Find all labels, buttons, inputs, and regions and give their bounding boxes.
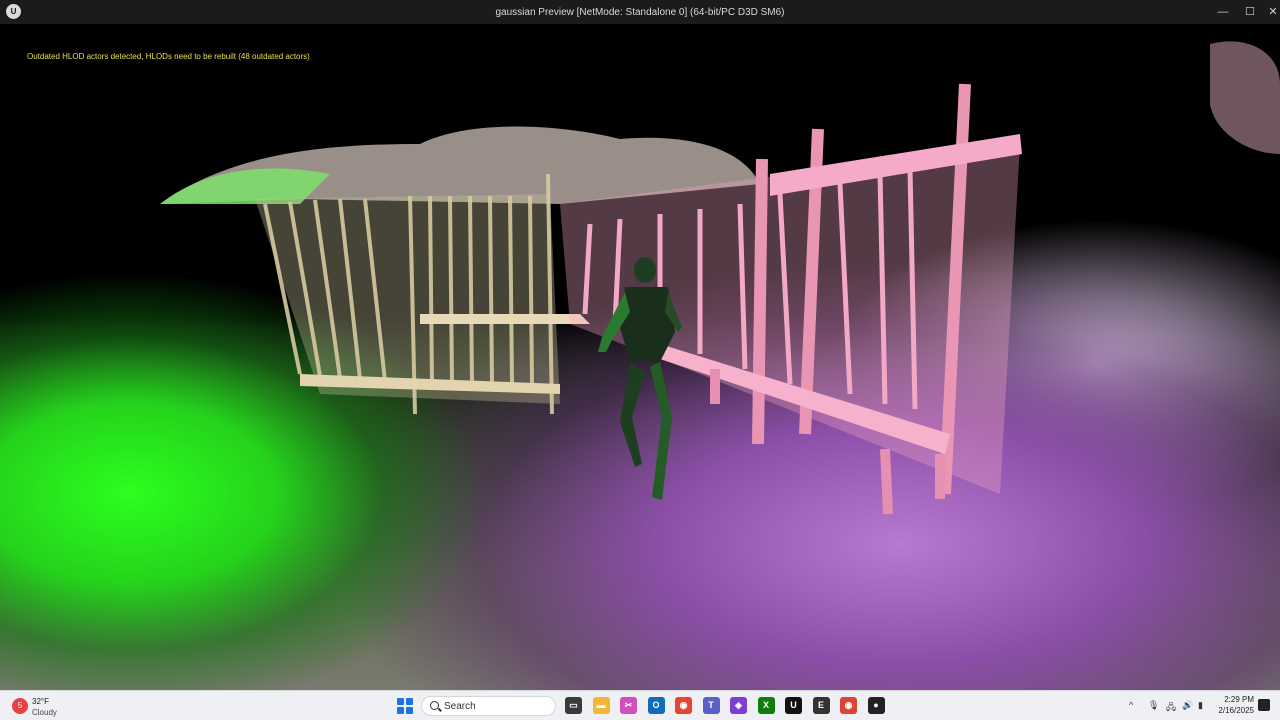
network-icon[interactable]: 🖧	[1166, 700, 1176, 716]
taskbar-search[interactable]: Search	[421, 696, 556, 716]
chevron-up-icon[interactable]: ^	[1129, 700, 1133, 710]
weather-widget[interactable]: 5 32°F Cloudy	[10, 694, 70, 718]
battery-icon[interactable]: ▮	[1198, 700, 1203, 711]
volume-icon[interactable]: 🔊	[1182, 700, 1193, 711]
title-bar: U gaussian Preview [NetMode: Standalone …	[0, 0, 1280, 24]
chrome-profile-icon[interactable]: ◉	[840, 697, 857, 714]
clock-date: 2/16/2025	[1218, 706, 1254, 715]
weather-temperature: 32°F	[32, 697, 49, 706]
search-placeholder: Search	[444, 701, 476, 712]
start-button[interactable]	[397, 698, 413, 714]
minimize-button[interactable]: —	[1212, 3, 1234, 21]
weather-condition: Cloudy	[32, 708, 57, 717]
unreal-engine-icon[interactable]: U	[785, 697, 802, 714]
taskbar: 5 32°F Cloudy Search ▭ ▬ ✂ O ◉ T ◈ X U E ◉ ● ^ 🎙 🖧 …	[0, 690, 1280, 720]
tree	[1210, 41, 1280, 154]
game-viewport[interactable]: Outdated HLOD actors detected, HLODs nee…	[0, 24, 1280, 690]
notification-icon[interactable]	[1258, 699, 1270, 711]
hlod-warning-message: Outdated HLOD actors detected, HLODs nee…	[27, 52, 310, 61]
clock-time: 2:29 PM	[1224, 695, 1254, 704]
close-button[interactable]: ✕	[1262, 3, 1280, 21]
teams-icon[interactable]: T	[702, 697, 720, 714]
weather-badge-icon: 5	[12, 698, 28, 714]
system-clock[interactable]: 2:29 PM 2/16/2025	[1216, 694, 1254, 716]
search-icon	[430, 701, 439, 710]
gazebo-table	[420, 314, 590, 324]
task-view-icon[interactable]: ▭	[565, 697, 582, 714]
clipchamp-icon[interactable]: ◈	[730, 697, 747, 714]
microphone-icon[interactable]: 🎙	[1148, 700, 1159, 711]
snipping-tool-icon[interactable]: ✂	[620, 697, 637, 714]
windows-logo-icon	[397, 698, 404, 705]
app-icon[interactable]: ●	[867, 697, 885, 714]
outlook-icon[interactable]: O	[647, 697, 665, 714]
chrome-icon[interactable]: ◉	[675, 697, 692, 714]
xbox-icon[interactable]: X	[757, 697, 775, 714]
player-character	[598, 257, 682, 500]
window-title: gaussian Preview [NetMode: Standalone 0]…	[495, 7, 785, 18]
maximize-button[interactable]: ☐	[1239, 3, 1261, 21]
epic-launcher-icon[interactable]: E	[812, 697, 830, 714]
file-explorer-icon[interactable]: ▬	[592, 697, 610, 714]
